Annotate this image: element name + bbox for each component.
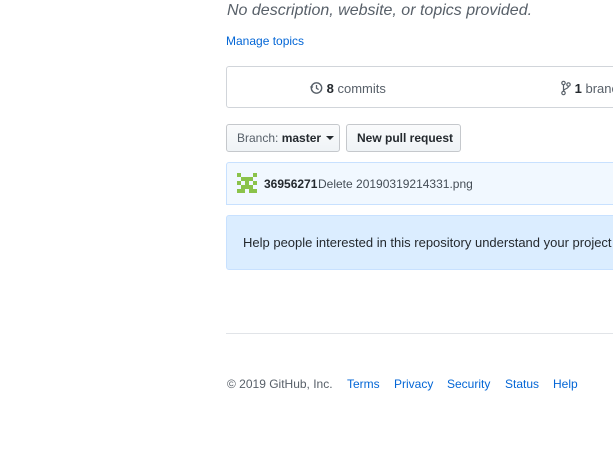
footer-divider [226, 333, 613, 334]
new-pull-request-button[interactable]: New pull request [346, 124, 461, 152]
footer-link-privacy[interactable]: Privacy [394, 377, 433, 391]
branches-link[interactable]: 1 branch [561, 80, 613, 96]
identicon-avatar[interactable] [237, 173, 257, 193]
commit-message-link[interactable]: Delete 20190319214331.png [318, 177, 473, 191]
commits-link[interactable]: 8 commits [309, 80, 386, 96]
history-icon [309, 81, 327, 96]
branch-select-button[interactable]: Branch: master [226, 124, 340, 152]
branches-label: branch [585, 81, 613, 96]
latest-commit-bar: 36956271 Delete 20190319214331.png [226, 162, 613, 205]
branches-count: 1 [574, 81, 582, 96]
numbers-summary: 8 commits 1 branch [226, 66, 613, 108]
commit-author-link[interactable]: 36956271 [264, 177, 317, 191]
readme-prompt: Help people interested in this repositor… [226, 215, 613, 270]
footer-link-status[interactable]: Status [505, 377, 539, 391]
footer-copyright: © 2019 GitHub, Inc. [227, 377, 333, 391]
footer-link-security[interactable]: Security [447, 377, 490, 391]
branch-select-label: Branch: [237, 131, 279, 145]
branch-select-value: master [281, 131, 322, 145]
footer-link-terms[interactable]: Terms [347, 377, 380, 391]
commits-count: 8 [326, 81, 334, 96]
commits-label: commits [337, 81, 386, 96]
git-branch-icon [561, 80, 575, 96]
footer-link-help[interactable]: Help [553, 377, 578, 391]
manage-topics-link[interactable]: Manage topics [226, 34, 304, 48]
readme-prompt-text: Help people interested in this repositor… [243, 235, 613, 250]
repo-description: No description, website, or topics provi… [227, 2, 533, 19]
repository-page: No description, website, or topics provi… [0, 0, 613, 462]
dropdown-caret-icon [326, 136, 335, 140]
